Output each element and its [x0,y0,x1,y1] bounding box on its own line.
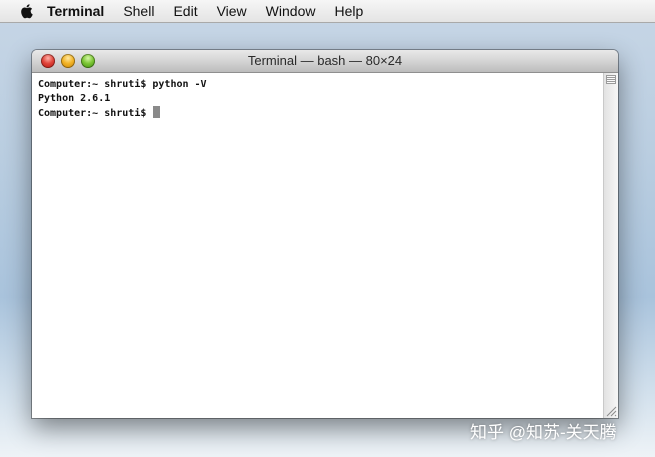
menu-bar: Terminal Shell Edit View Window Help [0,0,655,23]
menu-shell[interactable]: Shell [123,3,154,19]
terminal-prompt-line: Computer:~ shruti$ [38,106,602,120]
terminal-line: Python 2.6.1 [38,93,111,104]
menu-help[interactable]: Help [334,3,363,19]
menu-window[interactable]: Window [266,3,316,19]
resize-grip-icon[interactable] [605,405,617,417]
apple-logo-icon[interactable] [19,3,33,19]
vertical-scrollbar[interactable] [603,73,618,418]
window-title: Terminal — bash — 80×24 [247,53,403,68]
menu-edit[interactable]: Edit [173,3,197,19]
text-cursor [153,106,161,118]
terminal-line: Computer:~ shruti$ python -V [38,79,207,90]
split-pane-handle-icon[interactable] [606,75,616,84]
menu-app-terminal[interactable]: Terminal [47,3,104,19]
window-titlebar[interactable]: Terminal — bash — 80×24 [32,50,618,73]
menu-view[interactable]: View [217,3,247,19]
terminal-prompt: Computer:~ shruti$ [38,108,153,119]
terminal-window: Terminal — bash — 80×24 Computer:~ shrut… [32,50,618,418]
terminal-output[interactable]: Computer:~ shruti$ python -V Python 2.6.… [32,73,602,418]
watermark: 知乎 @知苏-关天腾 [470,423,617,442]
